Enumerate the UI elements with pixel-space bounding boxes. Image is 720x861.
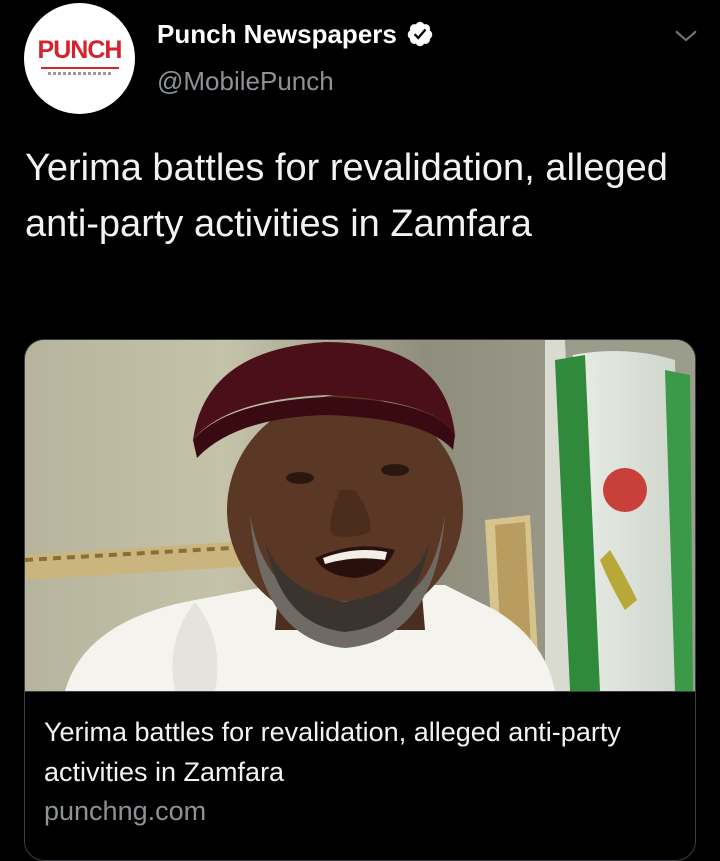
article-photo[interactable]: [25, 340, 695, 691]
punch-logo-text: PUNCH: [37, 36, 123, 64]
link-card[interactable]: Yerima battles for revalidation, alleged…: [24, 339, 696, 861]
article-photo-illustration: [25, 340, 695, 691]
verified-badge-icon: [407, 21, 433, 47]
author-row: Punch Newspapers: [157, 16, 434, 52]
avatar[interactable]: PUNCH: [24, 3, 135, 114]
chevron-down-icon[interactable]: [672, 22, 700, 50]
card-domain[interactable]: punchng.com: [44, 793, 206, 829]
logo-rule: [40, 67, 119, 69]
card-title[interactable]: Yerima battles for revalidation, alleged…: [44, 712, 664, 792]
display-name[interactable]: Punch Newspapers: [157, 19, 397, 50]
card-meta[interactable]: Yerima battles for revalidation, alleged…: [25, 691, 695, 860]
handle[interactable]: @MobilePunch: [157, 66, 334, 97]
tweet[interactable]: PUNCH Punch Newspapers @MobilePunch Yeri…: [0, 0, 720, 861]
logo-tagline: [47, 72, 112, 75]
tweet-text: Yerima battles for revalidation, alleged…: [25, 147, 668, 245]
